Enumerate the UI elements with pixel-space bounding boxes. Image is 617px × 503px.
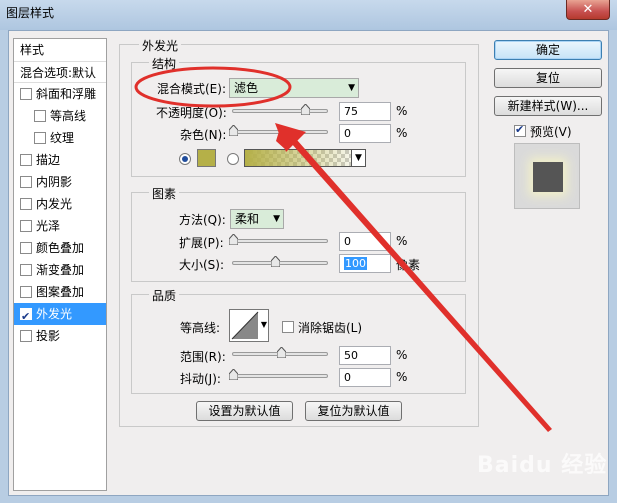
- annotation-circle: [134, 66, 292, 108]
- watermark: Baidu 经验: [477, 453, 608, 478]
- annotation-arrow: [276, 128, 552, 432]
- annotation-overlay: [134, 66, 552, 432]
